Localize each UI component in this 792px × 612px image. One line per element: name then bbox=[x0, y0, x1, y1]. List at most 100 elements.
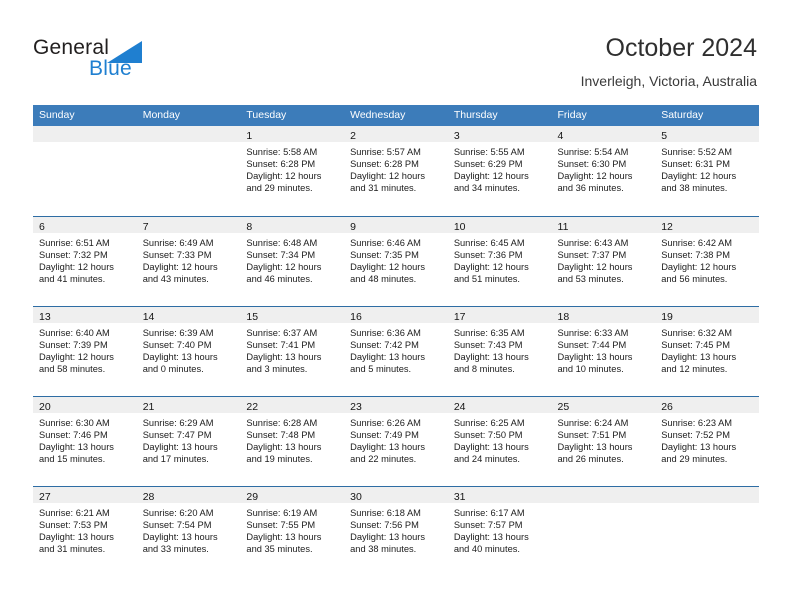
day-detail-body: Sunrise: 5:54 AM Sunset: 6:30 PM Daylight:… bbox=[552, 142, 656, 194]
day-number: 24 bbox=[453, 401, 466, 413]
day-detail-body: Sunrise: 6:51 AM Sunset: 7:32 PM Daylight:… bbox=[33, 233, 137, 285]
calendar-day-cell[interactable]: 27 Sunrise: 6:21 AM Sunset: 7:53 PM Dayligh… bbox=[33, 487, 137, 576]
sunrise-line: Sunrise: 5:52 AM bbox=[661, 147, 733, 157]
calendar-day-cell[interactable]: 31 Sunrise: 6:17 AM Sunset: 7:57 PM Dayligh… bbox=[447, 487, 552, 576]
calendar-day-cell[interactable]: 4 Sunrise: 5:54 AM Sunset: 6:30 PM Daylight… bbox=[551, 126, 656, 216]
calendar-week-row: 20 Sunrise: 6:30 AM Sunset: 7:46 PM Dayligh… bbox=[33, 396, 759, 486]
daylight-line-2: and 48 minutes. bbox=[350, 274, 417, 285]
day-number: 8 bbox=[246, 221, 253, 233]
sunset-line: Sunset: 7:53 PM bbox=[39, 520, 108, 531]
day-detail-body: Sunrise: 6:18 AM Sunset: 7:56 PM Daylight:… bbox=[344, 503, 448, 555]
sunset-line: Sunset: 7:48 PM bbox=[246, 430, 316, 441]
day-number: 4 bbox=[557, 130, 564, 142]
calendar-day-cell[interactable]: 12 Sunrise: 6:42 AM Sunset: 7:38 PM Dayligh… bbox=[655, 217, 759, 306]
weekday-header-tuesday: Tuesday bbox=[246, 109, 287, 121]
daylight-line-2: and 33 minutes. bbox=[142, 544, 209, 555]
day-detail-body: Sunrise: 6:35 AM Sunset: 7:43 PM Daylight:… bbox=[448, 323, 552, 375]
calendar-day-cell[interactable]: 29 Sunrise: 6:19 AM Sunset: 7:55 PM Dayligh… bbox=[240, 487, 345, 576]
sunset-line: Sunset: 7:47 PM bbox=[142, 430, 212, 441]
calendar-day-cell[interactable]: 23 Sunrise: 6:26 AM Sunset: 7:49 PM Dayligh… bbox=[344, 397, 448, 486]
calendar-day-cell[interactable]: 18 Sunrise: 6:33 AM Sunset: 7:44 PM Dayligh… bbox=[551, 307, 656, 396]
day-number-band: 6 bbox=[33, 217, 137, 233]
daylight-line-2: and 36 minutes. bbox=[557, 183, 624, 194]
day-number-band: 22 bbox=[240, 397, 345, 413]
day-number-band: 30 bbox=[344, 487, 448, 503]
weekday-header-row: Sunday Monday Tuesday Wednesday Thursday Frid… bbox=[33, 105, 759, 126]
calendar-day-cell[interactable]: 8 Sunrise: 6:48 AM Sunset: 7:34 PM Daylight… bbox=[240, 217, 345, 306]
calendar-day-cell[interactable]: 22 Sunrise: 6:28 AM Sunset: 7:48 PM Dayligh… bbox=[240, 397, 345, 486]
calendar-day-cell[interactable]: 30 Sunrise: 6:18 AM Sunset: 7:56 PM Dayligh… bbox=[344, 487, 448, 576]
calendar-day-cell-empty bbox=[551, 487, 656, 576]
calendar-day-cell[interactable]: 16 Sunrise: 6:36 AM Sunset: 7:42 PM Dayligh… bbox=[344, 307, 448, 396]
general-blue-logo[interactable]: General Blue bbox=[33, 36, 163, 84]
calendar-day-cell[interactable]: 14 Sunrise: 6:39 AM Sunset: 7:40 PM Dayligh… bbox=[136, 307, 241, 396]
day-number-band bbox=[551, 487, 656, 503]
sunrise-line: Sunrise: 6:36 AM bbox=[350, 328, 421, 338]
sunrise-line: Sunrise: 5:57 AM bbox=[350, 147, 421, 157]
sunrise-line: Sunrise: 6:20 AM bbox=[142, 508, 214, 518]
day-detail-body: Sunrise: 5:55 AM Sunset: 6:29 PM Daylight:… bbox=[448, 142, 552, 194]
calendar-day-cell[interactable]: 19 Sunrise: 6:32 AM Sunset: 7:45 PM Dayligh… bbox=[655, 307, 759, 396]
calendar-day-cell[interactable]: 5 Sunrise: 5:52 AM Sunset: 6:31 PM Daylight… bbox=[655, 126, 759, 216]
calendar-day-cell[interactable]: 24 Sunrise: 6:25 AM Sunset: 7:50 PM Dayligh… bbox=[447, 397, 552, 486]
day-number: 10 bbox=[453, 221, 466, 233]
sunset-line: Sunset: 7:49 PM bbox=[350, 430, 419, 441]
day-number: 16 bbox=[350, 311, 362, 323]
daylight-line-2: and 43 minutes. bbox=[142, 274, 209, 285]
daylight-line-2: and 15 minutes. bbox=[39, 454, 106, 465]
daylight-line-2: and 3 minutes. bbox=[246, 364, 308, 375]
sunset-line: Sunset: 7:36 PM bbox=[453, 250, 523, 261]
day-detail-body bbox=[137, 142, 241, 146]
sunrise-line: Sunrise: 6:48 AM bbox=[246, 238, 318, 248]
day-number: 28 bbox=[142, 491, 155, 503]
day-detail-body: Sunrise: 6:25 AM Sunset: 7:50 PM Daylight:… bbox=[448, 413, 552, 465]
calendar-day-cell[interactable]: 20 Sunrise: 6:30 AM Sunset: 7:46 PM Dayligh… bbox=[33, 397, 137, 486]
calendar-day-cell-empty bbox=[33, 126, 137, 216]
daylight-line-2: and 5 minutes. bbox=[350, 364, 412, 375]
daylight-line-1: Daylight: 13 hours bbox=[350, 352, 426, 363]
day-number: 29 bbox=[246, 491, 259, 503]
day-number-band: 25 bbox=[551, 397, 656, 413]
day-number-band: 14 bbox=[136, 307, 241, 323]
calendar-day-cell[interactable]: 11 Sunrise: 6:43 AM Sunset: 7:37 PM Dayligh… bbox=[551, 217, 656, 306]
sunset-line: Sunset: 7:46 PM bbox=[39, 430, 108, 441]
day-number-band: 27 bbox=[33, 487, 137, 503]
calendar-day-cell[interactable]: 15 Sunrise: 6:37 AM Sunset: 7:41 PM Dayligh… bbox=[240, 307, 345, 396]
calendar-day-cell[interactable]: 7 Sunrise: 6:49 AM Sunset: 7:33 PM Daylight… bbox=[136, 217, 241, 306]
day-number-band: 29 bbox=[240, 487, 345, 503]
day-number-band: 4 bbox=[551, 126, 656, 142]
sunrise-line: Sunrise: 6:35 AM bbox=[453, 328, 525, 338]
sunrise-line: Sunrise: 6:26 AM bbox=[350, 418, 421, 428]
day-detail-body: Sunrise: 6:39 AM Sunset: 7:40 PM Daylight:… bbox=[137, 323, 241, 375]
calendar-day-cell[interactable]: 2 Sunrise: 5:57 AM Sunset: 6:28 PM Daylight… bbox=[344, 126, 448, 216]
logo-text-blue: Blue bbox=[89, 57, 132, 80]
daylight-line-2: and 46 minutes. bbox=[246, 274, 313, 285]
calendar-day-cell[interactable]: 21 Sunrise: 6:29 AM Sunset: 7:47 PM Dayligh… bbox=[136, 397, 241, 486]
calendar-day-cell[interactable]: 17 Sunrise: 6:35 AM Sunset: 7:43 PM Dayligh… bbox=[447, 307, 552, 396]
calendar-day-cell[interactable]: 25 Sunrise: 6:24 AM Sunset: 7:51 PM Dayligh… bbox=[551, 397, 656, 486]
day-number-band: 11 bbox=[551, 217, 656, 233]
daylight-line-1: Daylight: 13 hours bbox=[246, 442, 322, 453]
day-number: 13 bbox=[39, 311, 51, 323]
sunrise-line: Sunrise: 6:29 AM bbox=[142, 418, 214, 428]
calendar-day-cell[interactable]: 13 Sunrise: 6:40 AM Sunset: 7:39 PM Dayligh… bbox=[33, 307, 137, 396]
day-number-band: 17 bbox=[447, 307, 552, 323]
sunset-line: Sunset: 7:38 PM bbox=[661, 250, 730, 261]
day-detail-body: Sunrise: 6:42 AM Sunset: 7:38 PM Daylight:… bbox=[655, 233, 759, 285]
weekday-header-sunday: Sunday bbox=[39, 109, 75, 121]
sunset-line: Sunset: 7:50 PM bbox=[453, 430, 523, 441]
calendar-day-cell[interactable]: 3 Sunrise: 5:55 AM Sunset: 6:29 PM Daylight… bbox=[447, 126, 552, 216]
page-subtitle: Inverleigh, Victoria, Australia bbox=[580, 73, 757, 89]
daylight-line-1: Daylight: 13 hours bbox=[557, 442, 633, 453]
calendar-day-cell[interactable]: 10 Sunrise: 6:45 AM Sunset: 7:36 PM Dayligh… bbox=[447, 217, 552, 306]
daylight-line-2: and 58 minutes. bbox=[39, 364, 106, 375]
calendar-weeks: 1 Sunrise: 5:58 AM Sunset: 6:28 PM Daylight… bbox=[33, 126, 759, 576]
calendar-day-cell[interactable]: 9 Sunrise: 6:46 AM Sunset: 7:35 PM Daylight… bbox=[344, 217, 448, 306]
calendar-day-cell[interactable]: 28 Sunrise: 6:20 AM Sunset: 7:54 PM Dayligh… bbox=[136, 487, 241, 576]
day-detail-body bbox=[655, 503, 759, 507]
title-block: October 2024 Inverleigh, Victoria, Austr… bbox=[581, 33, 757, 90]
calendar-day-cell[interactable]: 6 Sunrise: 6:51 AM Sunset: 7:32 PM Daylight… bbox=[33, 217, 137, 306]
daylight-line-2: and 22 minutes. bbox=[350, 454, 417, 465]
calendar-day-cell[interactable]: 26 Sunrise: 6:23 AM Sunset: 7:52 PM Dayligh… bbox=[655, 397, 759, 486]
calendar-day-cell[interactable]: 1 Sunrise: 5:58 AM Sunset: 6:28 PM Daylight… bbox=[240, 126, 345, 216]
